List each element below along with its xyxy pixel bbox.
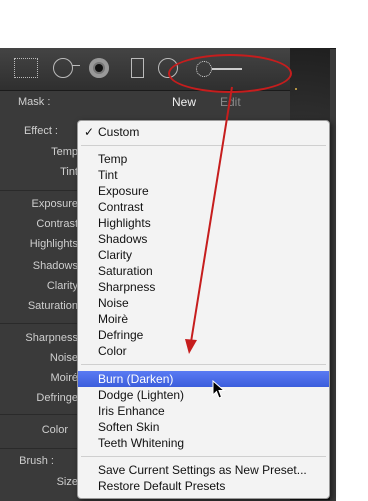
- menu-item-noise[interactable]: Noise: [78, 295, 329, 311]
- menu-item-label: Temp: [98, 152, 128, 166]
- spot-removal-icon[interactable]: [131, 58, 144, 78]
- annotation-ellipse: [168, 54, 292, 93]
- menu-item-label: Burn (Darken): [98, 372, 174, 386]
- panel-label-sharpness: Sharpness: [25, 332, 78, 344]
- menu-item-teeth-whitening[interactable]: Teeth Whitening: [78, 435, 329, 451]
- panel-label-noise: Noise: [49, 352, 78, 364]
- mask-new-button[interactable]: New: [172, 95, 196, 109]
- menu-item-label: Shadows: [98, 232, 148, 246]
- marquee-tool-icon[interactable]: [14, 58, 38, 78]
- brush-label: Brush :: [19, 455, 54, 467]
- menu-item-label: Saturation: [98, 264, 153, 278]
- effect-preset-menu: ✓ Custom Temp Tint Exposure Contrast Hig…: [77, 120, 330, 499]
- panel-label-shadows: Shadows: [32, 260, 78, 272]
- menu-item-exposure[interactable]: Exposure: [78, 183, 329, 199]
- menu-item-label: Color: [98, 344, 127, 358]
- menu-item-label: Dodge (Lighten): [98, 388, 185, 402]
- menu-item-label: Soften Skin: [98, 420, 160, 434]
- mask-edit-button[interactable]: Edit: [220, 95, 241, 109]
- panel-label-moire: Moiré: [50, 372, 78, 384]
- menu-item-highlights[interactable]: Highlights: [78, 215, 329, 231]
- panel-label-size: Size: [56, 476, 78, 488]
- panel-label-color: Color: [41, 424, 68, 436]
- menu-separator: [81, 364, 326, 365]
- menu-item-label: Exposure: [98, 184, 149, 198]
- panel-label-highlights: Highlights: [29, 238, 78, 250]
- section-divider: [0, 448, 78, 449]
- menu-item-restore-presets[interactable]: Restore Default Presets: [78, 478, 329, 494]
- mask-label: Mask :: [18, 96, 51, 108]
- menu-item-sharpness[interactable]: Sharpness: [78, 279, 329, 295]
- section-divider: [0, 323, 78, 324]
- target-dot: [95, 64, 103, 72]
- section-divider: [0, 190, 78, 191]
- pointer-cursor-icon: [212, 380, 226, 399]
- menu-item-soften-skin[interactable]: Soften Skin: [78, 419, 329, 435]
- menu-item-iris-enhance[interactable]: Iris Enhance: [78, 403, 329, 419]
- menu-item-label: Iris Enhance: [98, 404, 165, 418]
- graduated-filter-icon[interactable]: [53, 58, 73, 78]
- menu-item-defringe[interactable]: Defringe: [78, 327, 329, 343]
- panel-label-exposure: Exposure: [31, 198, 78, 210]
- checkmark-icon: ✓: [84, 125, 95, 139]
- radial-filter-icon[interactable]: [89, 58, 109, 78]
- menu-item-label: Teeth Whitening: [98, 436, 185, 450]
- menu-item-label: Tint: [98, 168, 118, 182]
- menu-item-shadows[interactable]: Shadows: [78, 231, 329, 247]
- panel-label-clarity: Clarity: [46, 280, 78, 292]
- panel-label-temp: Temp: [51, 146, 78, 158]
- mask-row: Mask : New Edit: [0, 92, 290, 112]
- bokeh-dot: [295, 88, 297, 90]
- menu-item-tint[interactable]: Tint: [78, 167, 329, 183]
- menu-item-color[interactable]: Color: [78, 343, 329, 359]
- menu-separator: [81, 145, 326, 146]
- menu-item-label: Sharpness: [98, 280, 156, 294]
- menu-item-label: Clarity: [98, 248, 133, 262]
- menu-item-contrast[interactable]: Contrast: [78, 199, 329, 215]
- menu-item-dodge-lighten[interactable]: Dodge (Lighten): [78, 387, 329, 403]
- section-divider: [0, 414, 78, 415]
- menu-item-custom[interactable]: ✓ Custom: [78, 124, 329, 140]
- menu-item-saturation[interactable]: Saturation: [78, 263, 329, 279]
- menu-item-label: Defringe: [98, 328, 144, 342]
- effect-label: Effect :: [23, 125, 58, 137]
- menu-item-label: Contrast: [98, 200, 144, 214]
- panel-label-defringe: Defringe: [36, 392, 78, 404]
- menu-item-moire[interactable]: Moirè: [78, 311, 329, 327]
- panel-label-saturation: Saturation: [27, 300, 78, 312]
- menu-separator: [81, 456, 326, 457]
- menu-item-label: Save Current Settings as New Preset...: [98, 463, 307, 477]
- menu-item-label: Noise: [98, 296, 129, 310]
- menu-item-label: Moirè: [98, 312, 129, 326]
- menu-item-label: Custom: [98, 125, 140, 139]
- arrow-icon: [72, 65, 80, 66]
- panel-label-tint: Tint: [60, 166, 78, 178]
- menu-item-label: Highlights: [98, 216, 151, 230]
- menu-item-save-preset[interactable]: Save Current Settings as New Preset...: [78, 462, 329, 478]
- panel-label-contrast: Contrast: [36, 218, 78, 230]
- menu-item-temp[interactable]: Temp: [78, 151, 329, 167]
- menu-item-burn-darken[interactable]: Burn (Darken): [78, 371, 329, 387]
- menu-item-label: Restore Default Presets: [98, 479, 226, 493]
- menu-item-clarity[interactable]: Clarity: [78, 247, 329, 263]
